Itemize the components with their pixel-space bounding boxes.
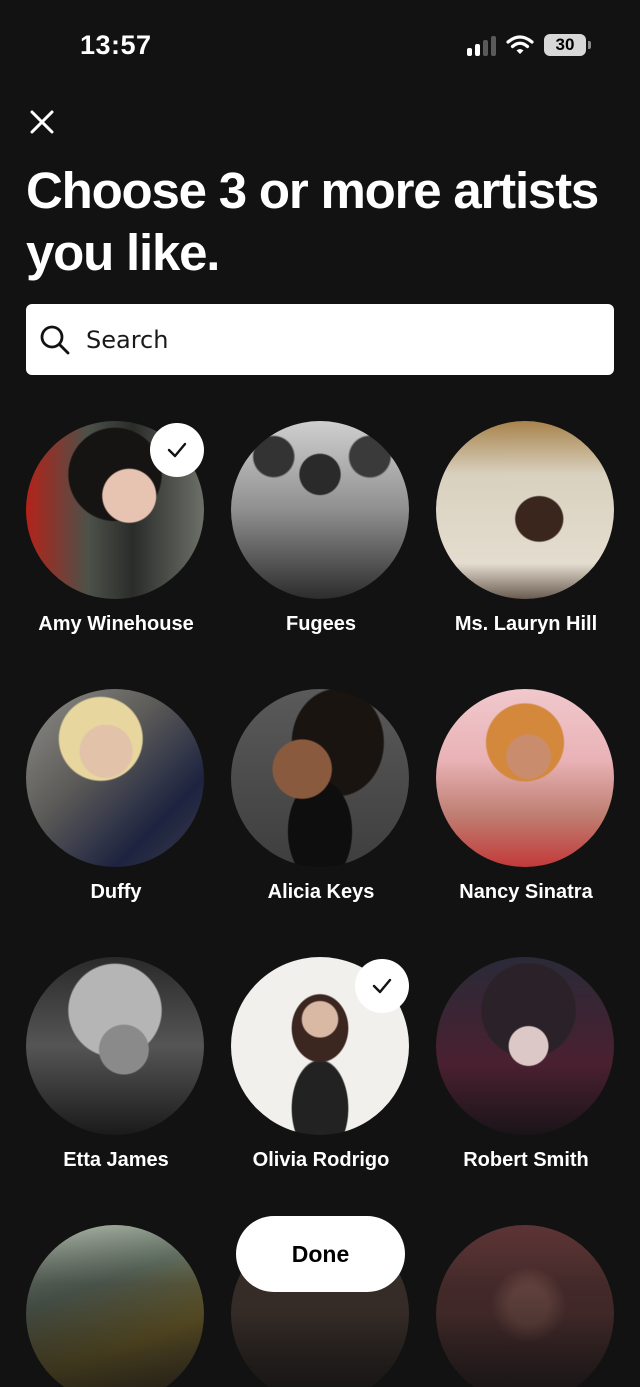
search-icon <box>38 323 72 357</box>
artist-card-partial[interactable] <box>436 1225 616 1387</box>
done-button[interactable]: Done <box>236 1216 405 1292</box>
artist-card-fugees[interactable]: Fugees <box>231 421 411 661</box>
title-line-2: you like. <box>26 224 220 281</box>
artist-card-etta-james[interactable]: Etta James <box>26 957 206 1197</box>
status-indicators: 30 <box>467 34 591 56</box>
artist-photo <box>231 421 409 599</box>
search-input[interactable] <box>86 325 586 354</box>
checkmark-icon <box>167 442 187 458</box>
artist-photo <box>436 689 614 867</box>
title-line-1: Choose 3 or more artists <box>26 162 599 219</box>
search-bar[interactable] <box>26 304 614 375</box>
battery-indicator: 30 <box>544 34 591 56</box>
selected-checkmark <box>150 423 204 477</box>
artist-card-robert-smith[interactable]: Robert Smith <box>436 957 616 1197</box>
artist-card-olivia-rodrigo[interactable]: Olivia Rodrigo <box>231 957 411 1197</box>
artist-name: Duffy <box>90 881 142 903</box>
page-title: Choose 3 or more artists you like. <box>26 160 626 284</box>
artist-photo <box>436 957 614 1135</box>
close-button[interactable] <box>24 104 60 140</box>
artist-photo <box>231 689 409 867</box>
status-time: 13:57 <box>80 30 152 60</box>
artist-photo <box>436 1225 614 1387</box>
artist-name: Nancy Sinatra <box>459 881 593 903</box>
artist-card-nancy-sinatra[interactable]: Nancy Sinatra <box>436 689 616 929</box>
artist-card-ms-lauryn-hill[interactable]: Ms. Lauryn Hill <box>436 421 616 661</box>
artist-card-partial[interactable] <box>26 1225 206 1387</box>
artist-name: Robert Smith <box>463 1149 589 1171</box>
artist-photo <box>26 689 204 867</box>
battery-level: 30 <box>555 35 575 54</box>
status-bar: 13:57 30 <box>0 0 640 96</box>
selected-checkmark <box>355 959 409 1013</box>
artist-photo <box>26 1225 204 1387</box>
close-icon <box>30 110 54 134</box>
artist-photo <box>26 957 204 1135</box>
artist-name: Olivia Rodrigo <box>252 1149 390 1171</box>
artist-name: Alicia Keys <box>267 881 375 903</box>
artist-photo <box>436 421 614 599</box>
artist-name: Amy Winehouse <box>38 613 194 635</box>
wifi-icon <box>506 35 534 54</box>
artist-name: Ms. Lauryn Hill <box>454 613 598 635</box>
artist-card-duffy[interactable]: Duffy <box>26 689 206 929</box>
cellular-signal-icon <box>467 34 496 56</box>
artist-name: Fugees <box>285 613 357 635</box>
artist-name: Etta James <box>63 1149 169 1171</box>
artist-card-alicia-keys[interactable]: Alicia Keys <box>231 689 411 929</box>
artist-card-amy-winehouse[interactable]: Amy Winehouse <box>26 421 206 661</box>
checkmark-icon <box>372 978 392 994</box>
